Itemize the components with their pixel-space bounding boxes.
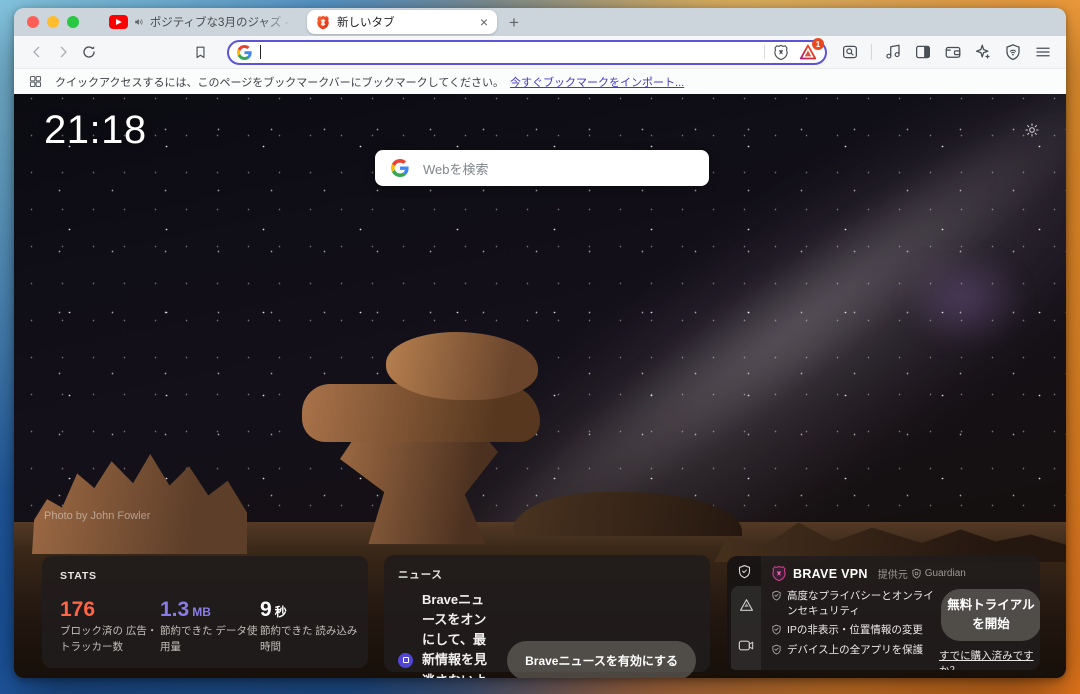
- brave-news-icon: [398, 653, 413, 668]
- customize-dashboard-gear-icon[interactable]: [1024, 122, 1040, 143]
- photo-credit: Photo by John Fowler: [44, 510, 150, 522]
- audio-playing-icon: [134, 16, 144, 28]
- news-title: ニュース: [398, 567, 696, 582]
- shield-check-icon: [771, 644, 782, 655]
- youtube-icon: [109, 15, 128, 29]
- start-free-trial-button[interactable]: 無料トライアルを開始: [941, 589, 1040, 641]
- brave-icon: [316, 15, 330, 30]
- vpn-feature: IPの非表示・位置情報の変更: [771, 623, 939, 638]
- tab-youtube[interactable]: ポジティブな3月のジャズ - 甘い味: [101, 10, 301, 34]
- menu-icon[interactable]: [1030, 40, 1056, 64]
- vpn-tab-shield-icon[interactable]: [727, 556, 761, 586]
- shield-check-icon: [771, 624, 782, 635]
- stat-data-saved: 1.3MB 節約できた データ使用量: [160, 598, 260, 656]
- brave-news-widget: ニュース Braveニュースをオンにして、最新情報を見逃さないようにしましょう …: [384, 555, 710, 672]
- forward-button[interactable]: [51, 40, 75, 64]
- vpn-provider: 提供元 Guardian: [878, 566, 966, 581]
- already-purchased-link[interactable]: すでに購入済みですか？: [939, 649, 1040, 671]
- rewards-notification-badge: 1: [812, 38, 824, 50]
- browser-window: ポジティブな3月のジャズ - 甘い味 新しいタブ × +: [14, 8, 1066, 678]
- widget-switcher: [727, 556, 761, 670]
- sidebar-icon[interactable]: [910, 40, 936, 64]
- google-search-icon: [237, 45, 252, 60]
- stat-blocked-trackers: 176 ブロック済の 広告・トラッカー数: [60, 598, 160, 656]
- tab-strip: ポジティブな3月のジャズ - 甘い味 新しいタブ × +: [14, 8, 1066, 36]
- playlist-icon[interactable]: [880, 40, 906, 64]
- leo-ai-icon[interactable]: [970, 40, 996, 64]
- import-bookmarks-link[interactable]: 今すぐブックマークをインポート...: [510, 74, 684, 90]
- close-tab-icon[interactable]: ×: [480, 15, 488, 29]
- stat-time-saved: 9秒 節約できた 読み込み時間: [260, 598, 360, 656]
- stats-widget: STATS 176 ブロック済の 広告・トラッカー数 1.3MB 節約できた デ…: [42, 556, 368, 668]
- shield-check-icon: [771, 590, 782, 601]
- tab-title: ポジティブな3月のジャズ - 甘い味: [150, 14, 293, 30]
- tab-new-tab-active[interactable]: 新しいタブ ×: [307, 10, 497, 34]
- clock: 21:18: [44, 108, 147, 153]
- bookmarks-hint-text: クイックアクセスするには、このページをブックマークバーにブックマークしてください…: [55, 74, 504, 90]
- brave-vpn-icon: [771, 565, 787, 582]
- new-tab-button[interactable]: +: [509, 14, 519, 31]
- vpn-feature-list: 高度なプライバシーとオンラインセキュリティ IPの非表示・位置情報の変更 デバイ…: [771, 589, 939, 670]
- bookmark-this-page-icon[interactable]: [188, 40, 212, 64]
- vpn-feature: デバイス上の全アプリを保護: [771, 643, 939, 658]
- main-toolbar: 1: [14, 36, 1066, 68]
- tab-title: 新しいタブ: [337, 14, 473, 30]
- text-caret: [260, 45, 261, 59]
- minimize-window-button[interactable]: [47, 16, 59, 28]
- rewards-tab-triangle-icon[interactable]: [739, 598, 754, 617]
- apps-grid-icon[interactable]: [28, 74, 43, 89]
- vpn-brand: BRAVE VPN: [793, 567, 868, 581]
- brave-rewards-button[interactable]: 1: [799, 44, 817, 60]
- maximize-window-button[interactable]: [67, 16, 79, 28]
- enable-brave-news-button[interactable]: Braveニュースを有効にする: [507, 641, 696, 678]
- reload-button[interactable]: [77, 40, 101, 64]
- address-bar[interactable]: 1: [227, 40, 827, 65]
- talk-tab-camera-icon[interactable]: [738, 639, 754, 657]
- wallet-icon[interactable]: [940, 40, 966, 64]
- new-tab-page: 21:18 Webを検索 Photo by John Fowler STATS …: [14, 94, 1066, 678]
- window-controls: [27, 16, 79, 28]
- widget-switcher-panel: [731, 586, 761, 670]
- web-search-box[interactable]: Webを検索: [375, 150, 709, 186]
- vpn-feature: 高度なプライバシーとオンラインセキュリティ: [771, 589, 939, 619]
- google-icon: [391, 159, 409, 177]
- news-message: Braveニュースをオンにして、最新情報を見逃さないようにしましょう: [422, 590, 493, 678]
- close-window-button[interactable]: [27, 16, 39, 28]
- stats-title: STATS: [60, 570, 350, 582]
- brave-vpn-widget: BRAVE VPN 提供元 Guardian 高度なプライバシーとオンラインセキ…: [727, 556, 1040, 670]
- brave-shields-icon[interactable]: [773, 44, 789, 61]
- divider: [871, 44, 872, 60]
- back-button[interactable]: [25, 40, 49, 64]
- search-tabs-icon[interactable]: [837, 40, 863, 64]
- desktop: { "colors": { "accent_focus": "#5b55d6",…: [0, 0, 1080, 694]
- guardian-icon: [911, 568, 922, 579]
- divider: [764, 45, 765, 59]
- toolbar-actions: [837, 40, 1056, 64]
- search-placeholder: Webを検索: [423, 159, 489, 178]
- vpn-shield-icon[interactable]: [1000, 40, 1026, 64]
- bookmarks-bar: クイックアクセスするには、このページをブックマークバーにブックマークしてください…: [14, 68, 1066, 94]
